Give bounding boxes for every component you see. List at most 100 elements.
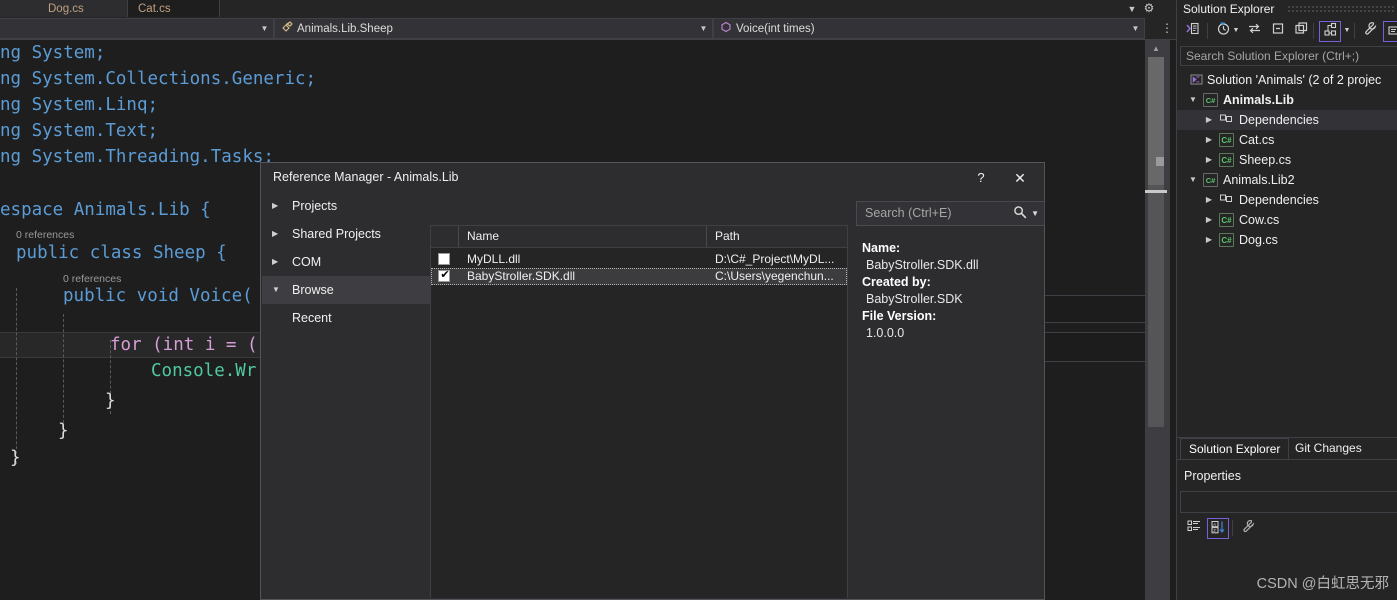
chevron-right-icon[interactable]: ▶ bbox=[1203, 210, 1215, 230]
tree-item-dependencies-2[interactable]: ▶ Dependencies bbox=[1177, 190, 1397, 210]
svg-text:Z: Z bbox=[1213, 528, 1216, 533]
tree-item-animals-lib2[interactable]: ▼ C# Animals.Lib2 bbox=[1177, 170, 1397, 190]
type-scope-dropdown[interactable]: Animals.Lib.Sheep ▼ bbox=[274, 18, 713, 39]
chevron-down-icon: ▼ bbox=[272, 285, 280, 294]
column-header-name[interactable]: Name bbox=[459, 226, 707, 247]
dialog-category-projects[interactable]: ▶ Projects bbox=[262, 192, 430, 220]
tree-item-dog-cs[interactable]: ▶ C# Dog.cs bbox=[1177, 230, 1397, 250]
tree-item-dependencies[interactable]: ▶ Dependencies bbox=[1177, 110, 1397, 130]
sync-navigation-icon[interactable] bbox=[1243, 21, 1265, 42]
chevron-down-icon[interactable]: ▼ bbox=[1126, 3, 1138, 15]
column-header-check bbox=[431, 226, 459, 247]
code-text: public void Voice( bbox=[63, 286, 253, 306]
categorized-icon[interactable] bbox=[1183, 518, 1205, 539]
dock-tab-label: Git Changes bbox=[1295, 441, 1362, 455]
scrollbar-change-marker bbox=[1156, 157, 1164, 166]
code-text: } bbox=[105, 391, 116, 411]
class-icon bbox=[281, 21, 293, 36]
tree-item-label: Cat.cs bbox=[1239, 133, 1275, 147]
reference-path: D:\C#_Project\MyDL... bbox=[715, 252, 835, 266]
dialog-titlebar[interactable]: Reference Manager - Animals.Lib ? ✕ bbox=[261, 163, 1044, 192]
reference-checkbox-cell[interactable] bbox=[431, 251, 459, 268]
reference-checkbox[interactable] bbox=[438, 253, 450, 265]
chevron-down-icon[interactable]: ▼ bbox=[1343, 27, 1351, 35]
code-view-icon[interactable] bbox=[1181, 21, 1203, 42]
alphabetical-sort-icon[interactable]: A Z bbox=[1207, 518, 1229, 539]
dialog-category-label: COM bbox=[292, 255, 322, 269]
view-class-diagram-icon[interactable] bbox=[1319, 21, 1341, 42]
detail-value: 1.0.0.0 bbox=[866, 326, 905, 340]
chevron-down-icon[interactable]: ▼ bbox=[1187, 90, 1199, 110]
dialog-category-label: Shared Projects bbox=[292, 227, 381, 241]
solution-explorer-header: Solution Explorer bbox=[1177, 0, 1397, 18]
reference-detail-pane: Search (Ctrl+E) ▼ Name: BabyStroller.SDK… bbox=[848, 192, 1045, 598]
column-header-path[interactable]: Path bbox=[707, 226, 847, 247]
csharp-project-icon: C# bbox=[1203, 173, 1218, 187]
member-scope-dropdown[interactable]: Voice(int times) ▼ bbox=[713, 18, 1145, 39]
code-text: public class Sheep { bbox=[16, 243, 227, 263]
tree-item-solution[interactable]: Solution 'Animals' (2 of 2 projec bbox=[1177, 70, 1397, 90]
code-text: ng System.Linq; bbox=[0, 95, 159, 115]
svg-text:A: A bbox=[1213, 522, 1217, 527]
chevron-right-icon[interactable]: ▶ bbox=[1203, 110, 1215, 130]
tree-item-cow-cs[interactable]: ▶ C# Cow.cs bbox=[1177, 210, 1397, 230]
tab-strip-empty-area bbox=[220, 0, 1176, 17]
collapse-all-icon[interactable] bbox=[1267, 21, 1289, 42]
editor-vertical-scrollbar[interactable]: ▲ bbox=[1145, 40, 1176, 600]
document-tab-label: Cat.cs bbox=[138, 3, 171, 15]
pending-changes-icon[interactable] bbox=[1212, 21, 1234, 42]
chevron-down-icon[interactable]: ▼ bbox=[1187, 170, 1199, 190]
solution-explorer-search-input[interactable]: Search Solution Explorer (Ctrl+;) bbox=[1180, 46, 1397, 66]
chevron-down-icon[interactable]: ▼ bbox=[1031, 209, 1039, 219]
project-scope-dropdown[interactable]: ▼ bbox=[0, 18, 274, 39]
dialog-category-com[interactable]: ▶ COM bbox=[262, 248, 430, 276]
dialog-category-recent[interactable]: Recent bbox=[262, 304, 430, 332]
close-button[interactable]: ✕ bbox=[1004, 167, 1036, 189]
tree-item-cat-cs[interactable]: ▶ C# Cat.cs bbox=[1177, 130, 1397, 150]
csharp-project-icon: C# bbox=[1203, 93, 1218, 107]
dialog-search-box[interactable]: Search (Ctrl+E) ▼ bbox=[856, 201, 1045, 226]
toolbar-separator bbox=[1313, 23, 1314, 39]
property-pages-icon[interactable] bbox=[1237, 518, 1259, 539]
properties-wrench-icon[interactable] bbox=[1359, 21, 1381, 42]
code-text: ng System.Collections.Generic; bbox=[0, 69, 317, 89]
gear-icon[interactable]: ⚙ bbox=[1141, 1, 1157, 16]
chevron-down-icon[interactable]: ▼ bbox=[1232, 27, 1240, 35]
tree-item-animals-lib[interactable]: ▼ C# Animals.Lib bbox=[1177, 90, 1397, 110]
search-icon[interactable] bbox=[1012, 205, 1028, 222]
properties-toolbar: A Z bbox=[1177, 515, 1397, 541]
chevron-right-icon[interactable]: ▶ bbox=[1203, 230, 1215, 250]
preview-selected-items-icon[interactable] bbox=[1383, 21, 1397, 42]
code-text: } bbox=[10, 448, 21, 468]
document-tab-cat[interactable]: Cat.cs bbox=[128, 0, 220, 17]
tree-item-sheep-cs[interactable]: ▶ C# Sheep.cs bbox=[1177, 150, 1397, 170]
tree-item-label: Cow.cs bbox=[1239, 213, 1280, 227]
help-button[interactable]: ? bbox=[966, 167, 996, 189]
split-editor-icon[interactable]: ⋮ bbox=[1161, 21, 1173, 35]
properties-object-dropdown[interactable] bbox=[1180, 491, 1397, 513]
reference-checkbox[interactable] bbox=[438, 268, 451, 282]
code-text: Console.Wr bbox=[151, 361, 257, 381]
scroll-up-icon[interactable]: ▲ bbox=[1149, 42, 1163, 55]
panel-drag-grip[interactable] bbox=[1287, 5, 1395, 13]
reference-list-row[interactable]: BabyStroller.SDK.dll C:\Users\yegenchun.… bbox=[431, 268, 847, 285]
search-placeholder: Search Solution Explorer (Ctrl+;) bbox=[1186, 49, 1360, 63]
tree-item-label: Animals.Lib2 bbox=[1223, 173, 1295, 187]
document-tab-dog[interactable]: Dog.cs bbox=[38, 0, 128, 17]
dialog-category-browse[interactable]: ▼ Browse bbox=[262, 276, 430, 304]
reference-list-row[interactable]: MyDLL.dll D:\C#_Project\MyDL... bbox=[431, 251, 847, 268]
dock-tab-solution-explorer[interactable]: Solution Explorer bbox=[1180, 438, 1290, 459]
chevron-right-icon[interactable]: ▶ bbox=[1203, 190, 1215, 210]
reference-name: BabyStroller.SDK.dll bbox=[467, 269, 576, 283]
reference-name: MyDLL.dll bbox=[467, 252, 521, 266]
chevron-right-icon[interactable]: ▶ bbox=[1203, 150, 1215, 170]
detail-value: BabyStroller.SDK.dll bbox=[866, 258, 979, 272]
dock-tab-git-changes[interactable]: Git Changes bbox=[1287, 438, 1370, 459]
chevron-right-icon[interactable]: ▶ bbox=[1203, 130, 1215, 150]
reference-checkbox-cell[interactable] bbox=[431, 268, 459, 285]
dialog-category-shared-projects[interactable]: ▶ Shared Projects bbox=[262, 220, 430, 248]
dock-tab-strip: Solution Explorer Git Changes bbox=[1177, 437, 1397, 459]
csharp-file-icon: C# bbox=[1219, 213, 1234, 227]
dialog-category-label: Browse bbox=[292, 283, 334, 297]
show-all-files-icon[interactable] bbox=[1290, 21, 1312, 42]
